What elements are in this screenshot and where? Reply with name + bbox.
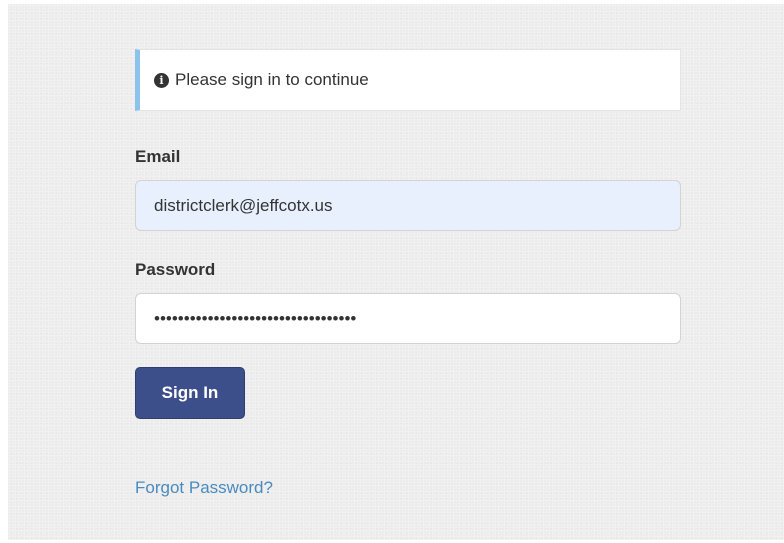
email-field[interactable] [135, 180, 681, 231]
password-label: Password [135, 260, 216, 279]
signin-alert: i Please sign in to continue [135, 49, 681, 111]
forgot-password-link[interactable]: Forgot Password? [135, 478, 273, 498]
sign-in-button[interactable]: Sign In [135, 367, 245, 419]
alert-message: Please sign in to continue [175, 70, 369, 89]
email-label: Email [135, 147, 181, 166]
password-field[interactable] [135, 293, 681, 344]
info-circle-icon: i [154, 72, 169, 88]
